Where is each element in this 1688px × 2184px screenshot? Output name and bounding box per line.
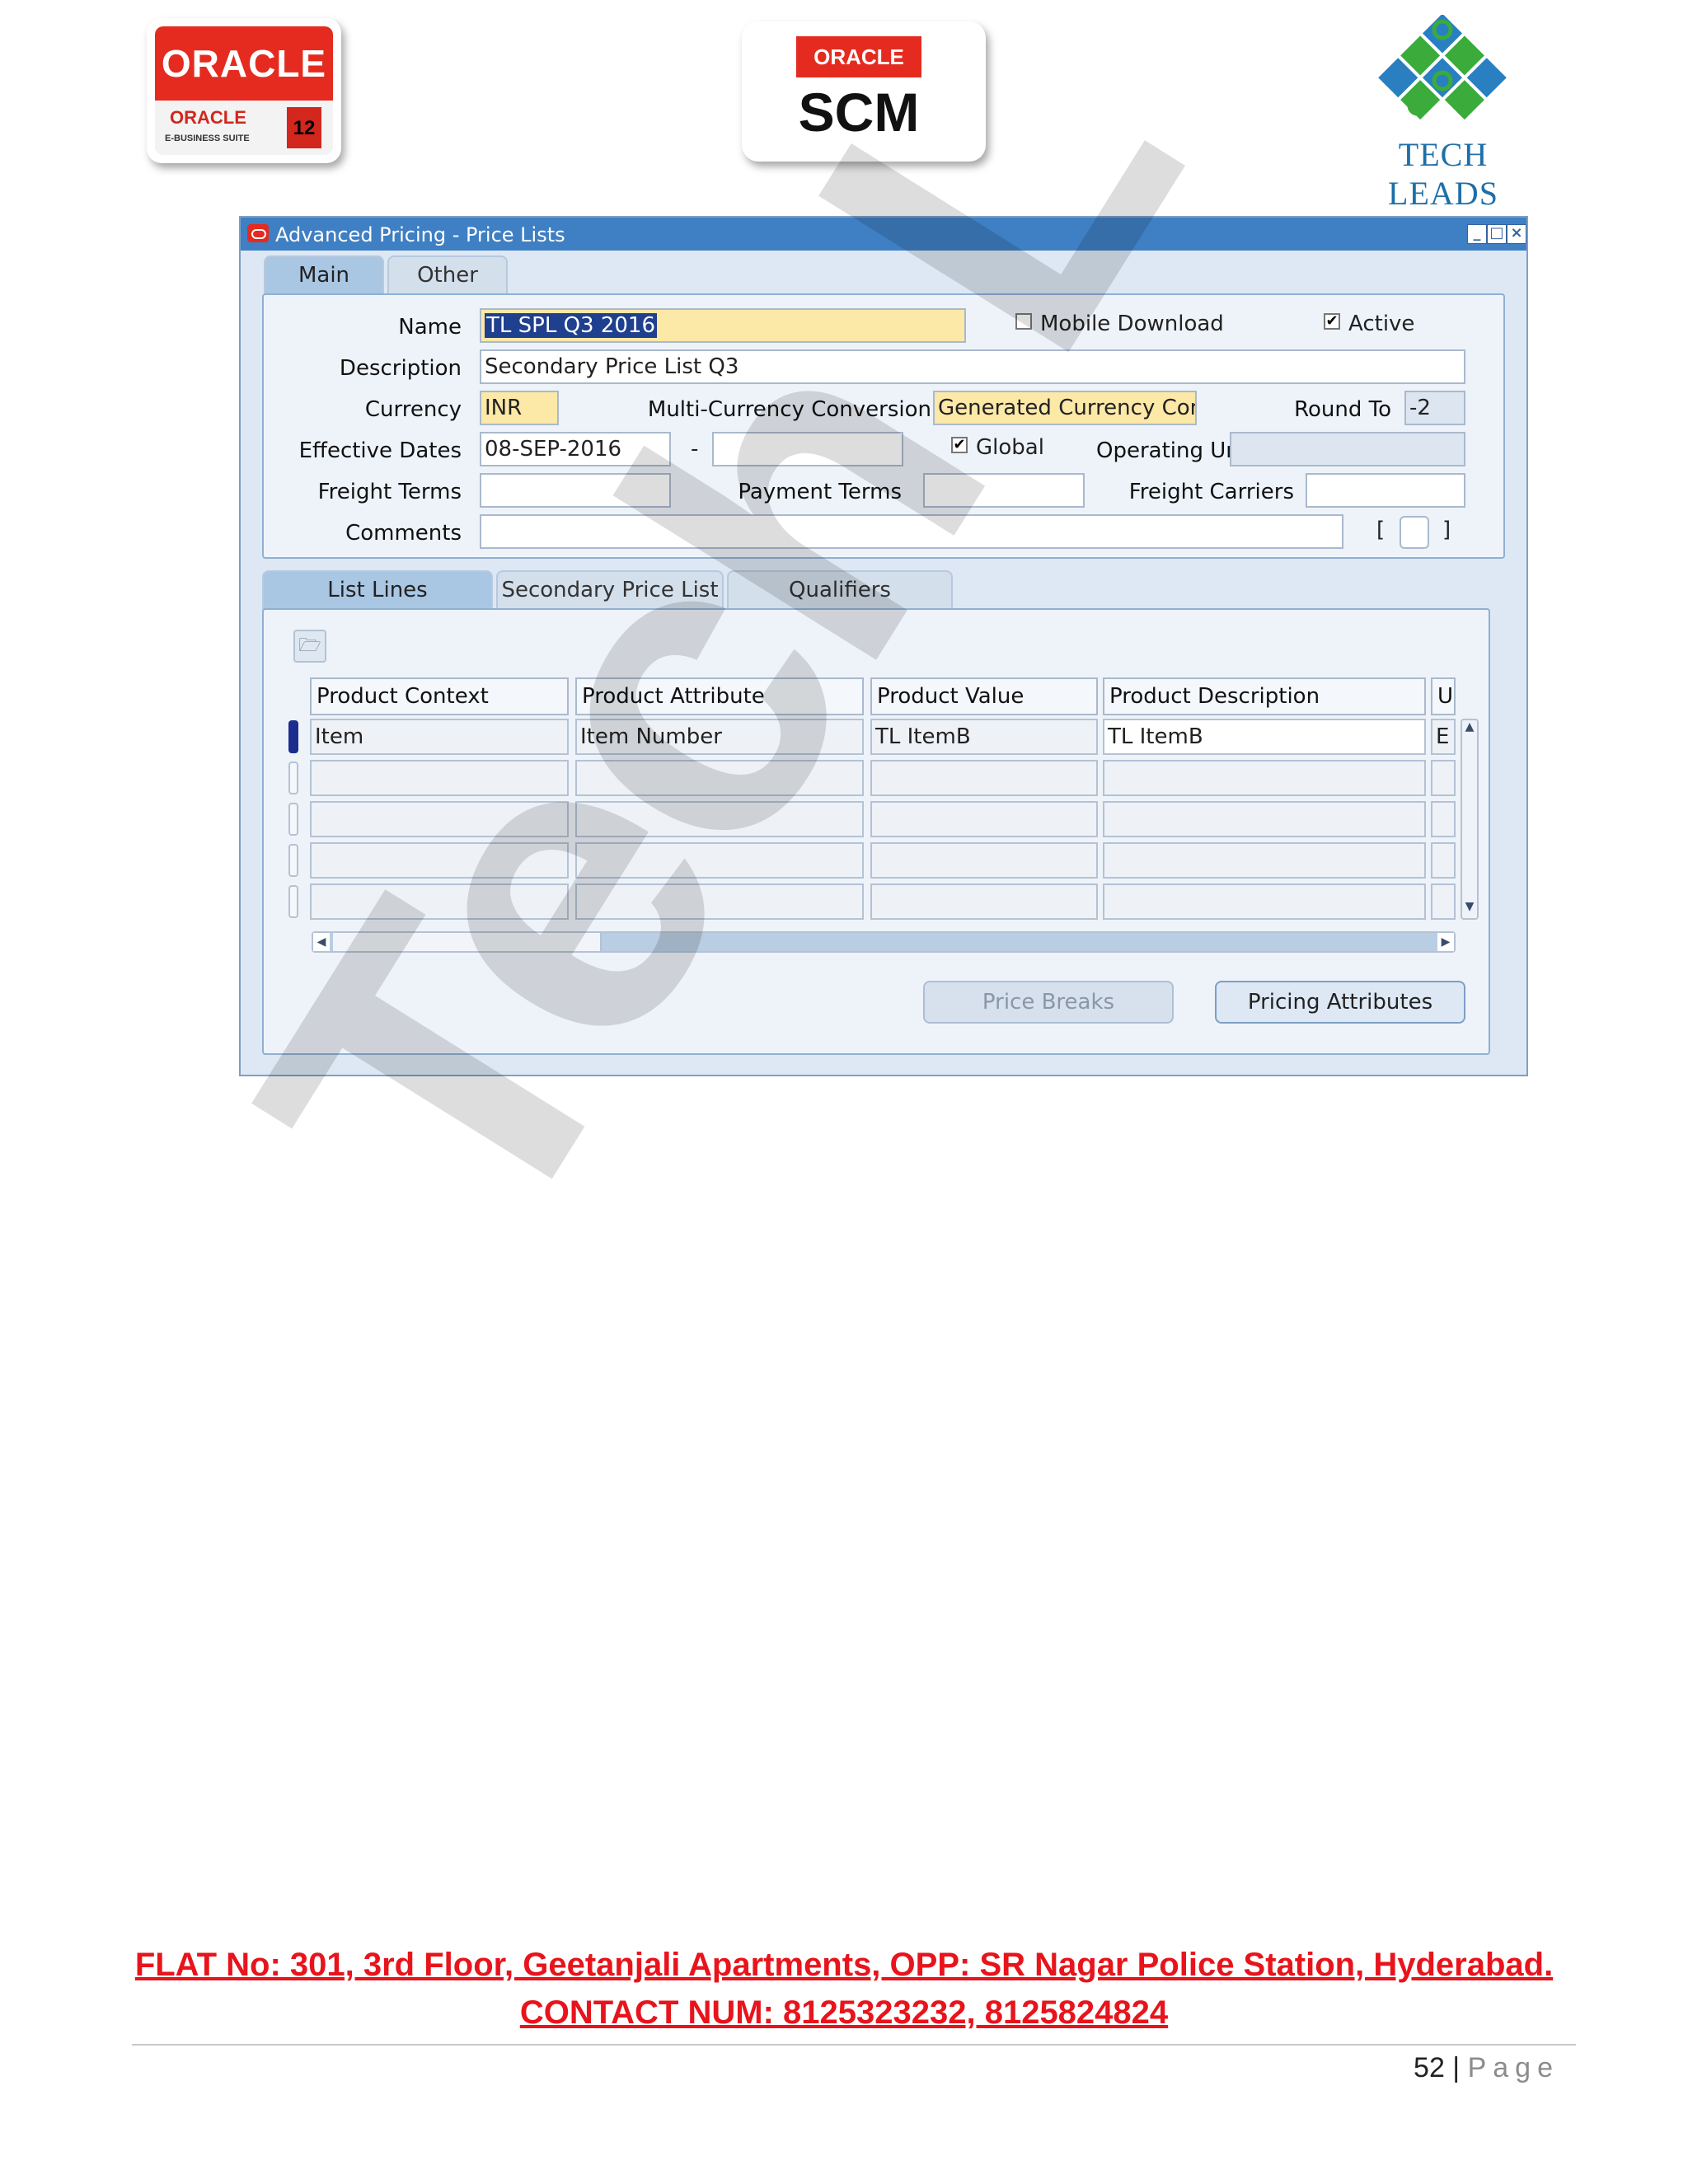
round-to-field[interactable]: -2 [1404,391,1465,425]
column-header-product-description[interactable]: Product Description [1103,677,1426,715]
table-cell-uom[interactable] [1431,760,1456,796]
folder-icon[interactable]: 🗁 [293,630,326,663]
description-label: Description [339,356,462,381]
freight-carriers-label: Freight Carriers [1128,480,1294,504]
table-cell-uom[interactable] [1431,842,1456,879]
freight-carriers-field[interactable] [1306,473,1465,508]
tech-leads-text: TECH LEADS [1388,136,1498,212]
ebs-text: E-BUSINESS SUITE [165,134,250,143]
footer-address: FLAT No: 301, 3rd Floor, Geetanjali Apar… [134,1947,1554,1983]
table-cell-product-value[interactable] [870,883,1098,920]
freight-terms-label: Freight Terms [317,480,462,504]
r12-badge: 12 [287,107,321,148]
table-cell-product-description[interactable] [1103,760,1426,796]
dff-bracket-open: [ [1376,518,1386,542]
tab-main[interactable]: Main [264,255,384,295]
tab-other[interactable]: Other [387,255,508,295]
table-cell-product-value[interactable] [870,842,1098,879]
scroll-down-icon[interactable]: ▼ [1462,900,1477,918]
tech-leads-logo: TECH LEADS [1352,13,1533,212]
row-indicator[interactable] [288,762,298,794]
tech-leads-diamond-icon [1378,13,1507,120]
oracle-app-icon [247,224,269,242]
footer-contact: CONTACT NUM: 8125323232, 8125824824 [519,1994,1169,2031]
oracle-logo-subtext: ORACLE [170,107,246,128]
row-indicator-current[interactable] [288,720,298,753]
operating-unit-field[interactable] [1230,432,1465,466]
table-cell-uom[interactable]: E [1431,719,1456,755]
pricing-attributes-button[interactable]: Pricing Attributes [1215,981,1465,1024]
table-cell-product-description[interactable]: TL ItemB [1103,719,1426,755]
minimize-icon[interactable]: _ [1467,224,1487,244]
descriptive-flexfield[interactable] [1400,516,1429,549]
table-cell-product-description[interactable] [1103,842,1426,879]
active-checkbox[interactable]: ✔ [1324,313,1340,330]
oracle-logo-text: ORACLE [155,26,333,101]
column-header-uom[interactable]: U [1431,677,1456,715]
name-label: Name [398,315,462,340]
scroll-up-icon[interactable]: ▲ [1462,720,1477,738]
row-indicator[interactable] [288,803,298,836]
table-cell-uom[interactable] [1431,883,1456,920]
effective-dates-label: Effective Dates [298,438,462,463]
price-breaks-button[interactable]: Price Breaks [923,981,1174,1024]
close-icon[interactable]: × [1507,224,1526,244]
currency-label: Currency [364,397,462,422]
page-number-value: 52 [1414,2052,1445,2083]
oracle-ebs-r12-logo: ORACLE ORACLE E-BUSINESS SUITE 12 [147,18,341,163]
currency-field[interactable]: INR [480,391,559,425]
round-to-label: Round To [1294,397,1391,422]
maximize-icon[interactable]: □ [1487,224,1507,244]
comments-label: Comments [345,521,462,546]
page-word: Page [1467,2052,1559,2083]
table-cell-product-description[interactable] [1103,883,1426,920]
scroll-right-icon[interactable]: ▶ [1437,933,1454,951]
window-title: Advanced Pricing - Price Lists [275,223,565,246]
vertical-scrollbar[interactable]: ▲ ▼ [1461,719,1479,920]
page-number: 52 | Page [1414,2052,1559,2083]
table-cell-product-description[interactable] [1103,801,1426,837]
active-label: Active [1348,312,1415,336]
table-cell-product-value[interactable] [870,801,1098,837]
footer-divider [132,2044,1576,2046]
table-cell-uom[interactable] [1431,801,1456,837]
dff-bracket-close: ] [1442,518,1451,542]
